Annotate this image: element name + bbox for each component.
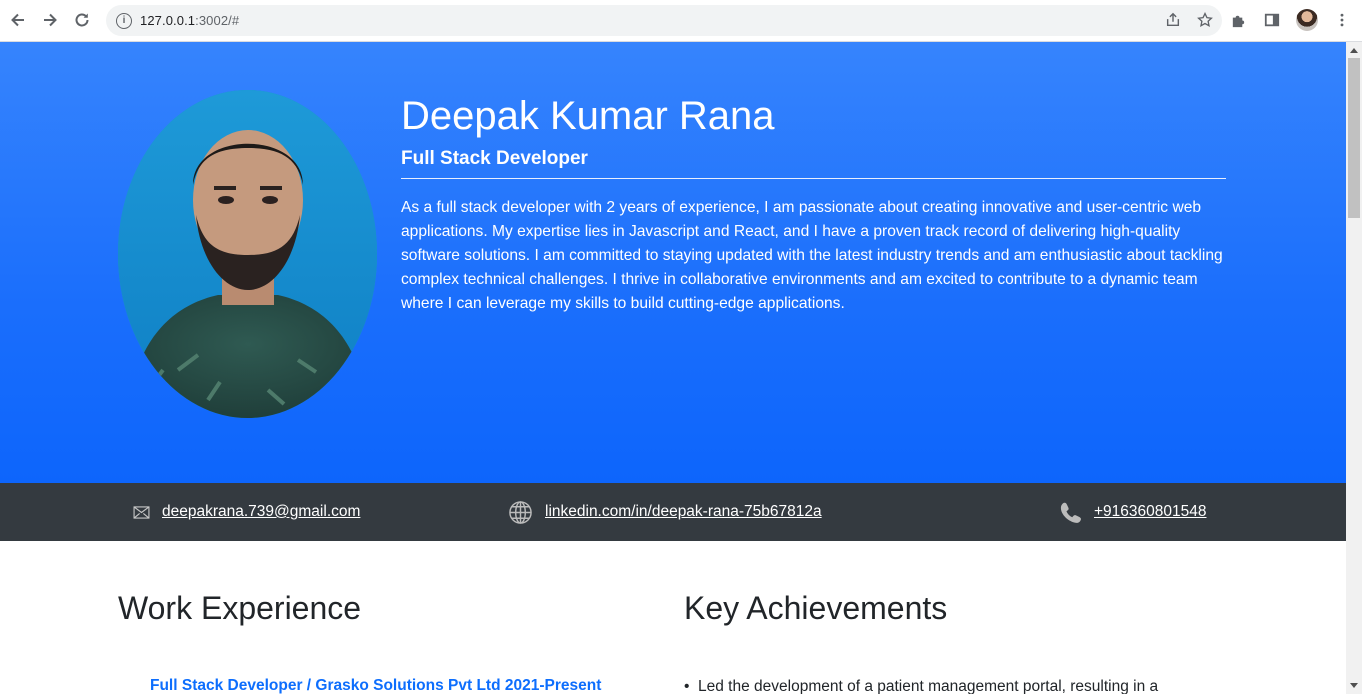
extensions-icon[interactable] (1228, 10, 1248, 30)
contact-email: deepakrana.739@gmail.com (133, 483, 360, 541)
scrollbar-thumb[interactable] (1348, 58, 1360, 218)
page-scrollbar[interactable] (1346, 42, 1362, 694)
contact-bar: deepakrana.739@gmail.com linkedin.com/in… (0, 483, 1346, 541)
hero-section: Deepak Kumar Rana Full Stack Developer A… (0, 42, 1346, 483)
key-achievements-heading: Key Achievements (684, 590, 948, 626)
profile-avatar[interactable] (1296, 9, 1318, 31)
url-text: 127.0.0.1:3002/# (140, 13, 240, 28)
achievement-item: Led the development of a patient managem… (684, 678, 1158, 694)
address-bar[interactable]: i 127.0.0.1:3002/# (106, 5, 1222, 36)
mail-icon (133, 505, 150, 519)
job-entry-title[interactable]: Full Stack Developer / Grasko Solutions … (150, 677, 601, 694)
page-viewport: Deepak Kumar Rana Full Stack Developer A… (0, 42, 1346, 694)
phone-icon (1059, 501, 1082, 524)
site-info-icon[interactable]: i (116, 12, 132, 29)
job-role: Full Stack Developer (401, 148, 588, 169)
menu-icon[interactable] (1332, 10, 1352, 30)
bookmark-star-icon[interactable] (1196, 11, 1214, 29)
forward-arrow-icon[interactable] (34, 4, 66, 36)
divider (401, 178, 1226, 179)
share-icon[interactable] (1164, 11, 1182, 29)
globe-icon (508, 500, 533, 525)
scroll-up-arrow-icon[interactable] (1350, 48, 1358, 53)
profile-photo (118, 90, 377, 418)
scroll-down-arrow-icon[interactable] (1350, 683, 1358, 688)
linkedin-link[interactable]: linkedin.com/in/deepak-rana-75b67812a (545, 503, 822, 521)
reload-icon[interactable] (66, 4, 98, 36)
phone-link[interactable]: +916360801548 (1094, 503, 1207, 521)
back-arrow-icon[interactable] (2, 4, 34, 36)
page-title: Deepak Kumar Rana (401, 94, 775, 138)
work-experience-heading: Work Experience (118, 590, 362, 626)
contact-phone: +916360801548 (1059, 483, 1207, 541)
side-panel-icon[interactable] (1262, 10, 1282, 30)
browser-toolbar: i 127.0.0.1:3002/# (0, 0, 1362, 42)
contact-linkedin: linkedin.com/in/deepak-rana-75b67812a (508, 483, 822, 541)
email-link[interactable]: deepakrana.739@gmail.com (162, 503, 360, 521)
bio-paragraph: As a full stack developer with 2 years o… (401, 199, 1223, 312)
